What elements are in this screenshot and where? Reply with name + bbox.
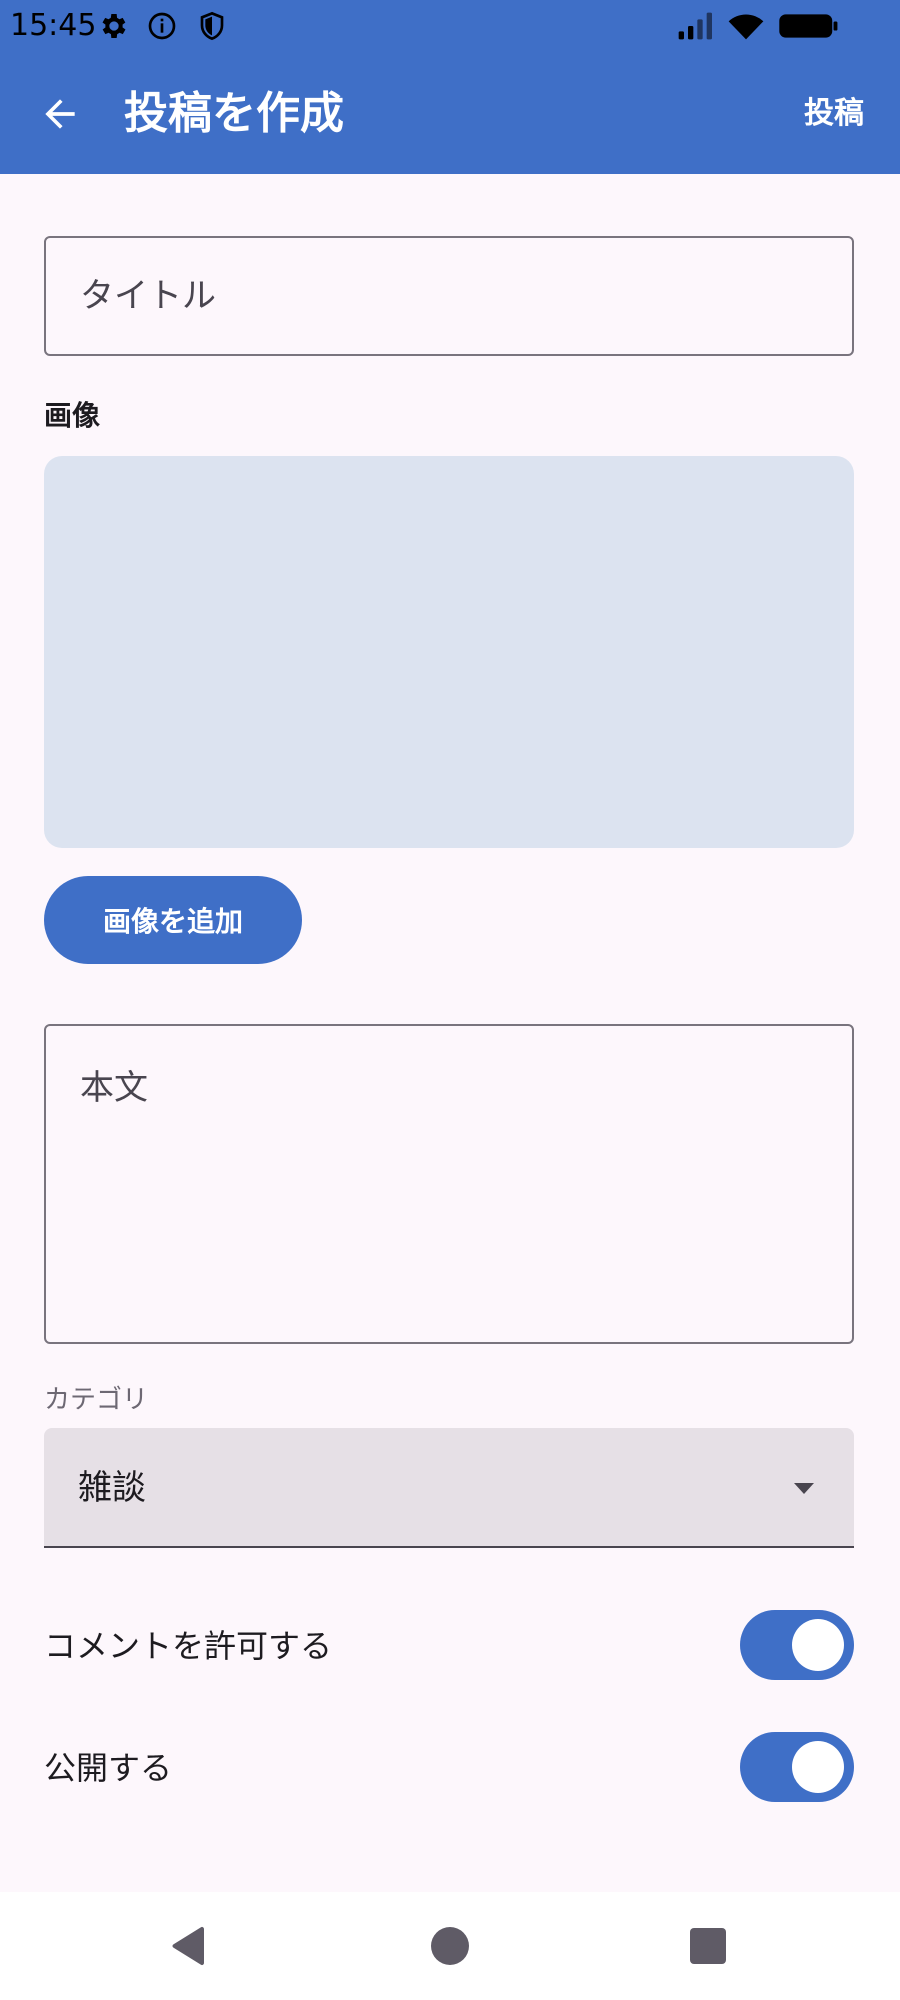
publish-switch[interactable] [740, 1732, 854, 1802]
category-value: 雑談 [78, 1468, 146, 1508]
recents-square-icon[interactable] [684, 1922, 732, 1970]
publish-label: 公開する [44, 1749, 173, 1787]
post-button[interactable]: 投稿 [804, 88, 864, 140]
add-image-button[interactable]: 画像を追加 [44, 876, 302, 964]
arrow-back-icon [38, 92, 82, 136]
page-title: 投稿を作成 [124, 88, 344, 139]
image-label: 画像 [44, 399, 101, 432]
allow-comments-label: コメントを許可する [44, 1627, 333, 1665]
status-time: 15:45 [10, 8, 97, 43]
shield-icon [196, 10, 228, 42]
allow-comments-row: コメントを許可する [44, 1610, 854, 1686]
category-select[interactable]: 雑談 [44, 1428, 854, 1548]
body-placeholder: 本文 [80, 1068, 148, 1108]
back-triangle-icon[interactable] [166, 1922, 214, 1970]
allow-comments-switch[interactable] [740, 1610, 854, 1680]
switch-thumb [792, 1619, 844, 1671]
back-button[interactable] [28, 82, 92, 146]
title-input[interactable]: タイトル [44, 236, 854, 356]
system-nav-bar [0, 1892, 900, 2000]
status-bar: 15:45 [0, 0, 900, 52]
gear-icon [98, 10, 130, 42]
title-placeholder: タイトル [80, 276, 216, 316]
signal-icon [676, 10, 716, 42]
switch-thumb [792, 1741, 844, 1793]
caret-down-icon [792, 1476, 816, 1500]
publish-row: 公開する [44, 1732, 854, 1808]
image-preview [44, 456, 854, 848]
battery-icon [778, 10, 840, 42]
category-label: カテゴリ [44, 1385, 149, 1415]
app-bar: 投稿を作成 投稿 [0, 52, 900, 174]
wifi-icon [726, 10, 766, 42]
info-icon [146, 10, 178, 42]
body-input[interactable]: 本文 [44, 1024, 854, 1344]
home-circle-icon[interactable] [426, 1922, 474, 1970]
